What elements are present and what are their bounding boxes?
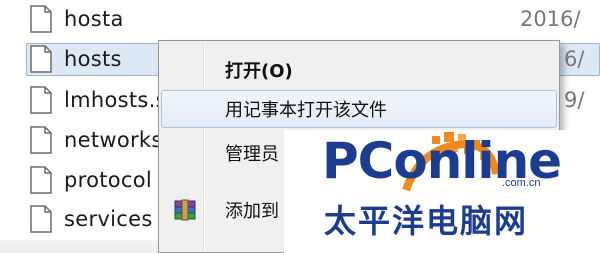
file-icon [30, 205, 52, 233]
file-name: services [64, 207, 153, 231]
menu-item-open-with-notepad[interactable]: 用记事本打开该文件 [161, 90, 557, 128]
file-name: protocol [64, 168, 153, 192]
file-icon [30, 5, 52, 33]
menu-item-label: 添加到 [225, 201, 279, 222]
file-name: hosta [64, 7, 124, 31]
winrar-icon [174, 199, 196, 221]
logo-domain: .com.cn [502, 177, 541, 189]
file-row-hosta[interactable]: hosta 2016/ [0, 0, 600, 38]
file-name: networks [64, 128, 163, 152]
file-name: hosts [64, 47, 122, 71]
menu-item-label: 打开(O) [225, 61, 293, 82]
file-date: 9/ [564, 88, 585, 112]
file-icon [30, 166, 52, 194]
file-icon [30, 126, 52, 154]
file-icon [30, 45, 52, 73]
logo-chinese-name: 太平洋电脑网 [324, 202, 529, 240]
menu-item-label: 管理员 [225, 144, 279, 165]
file-icon [30, 86, 52, 114]
file-date: 6/ [564, 47, 585, 71]
menu-item-open[interactable]: 打开(O) [161, 51, 557, 89]
menu-item-label: 用记事本打开该文件 [225, 100, 387, 121]
file-name: lmhosts.s [64, 88, 167, 112]
pconline-watermark: PConline .com.cn 太平洋电脑网 [284, 130, 600, 253]
file-date: 2016/ [520, 7, 581, 31]
